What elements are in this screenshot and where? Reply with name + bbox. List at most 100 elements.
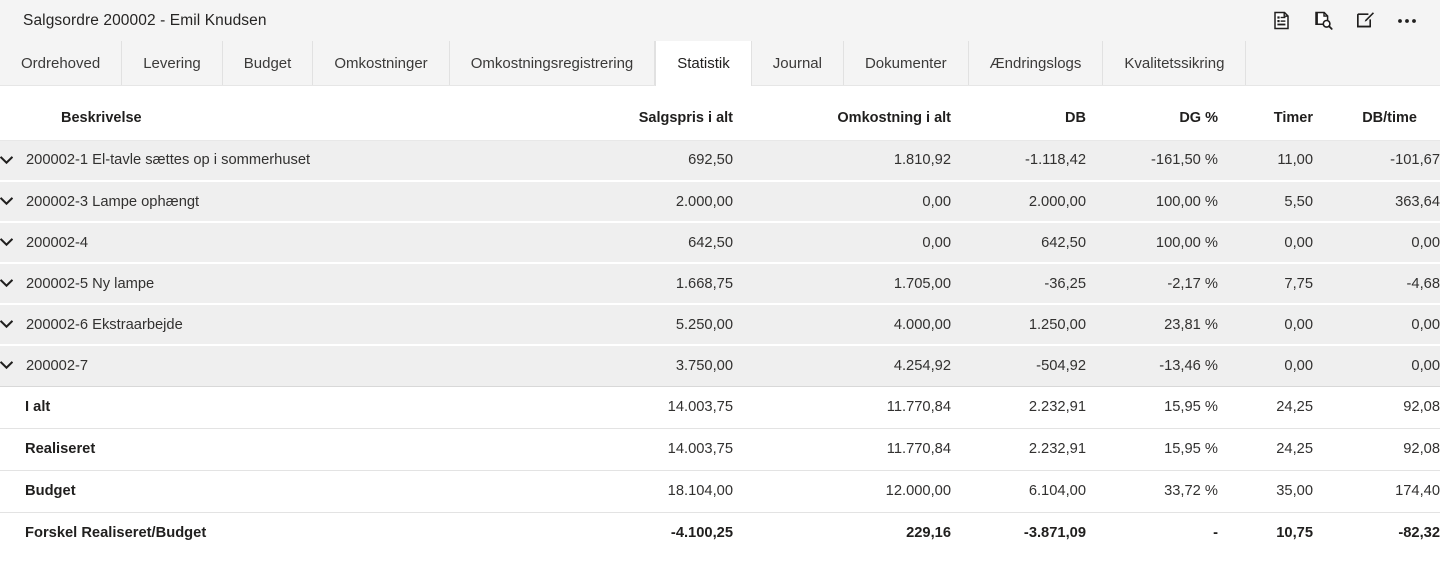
cell-timer: 11,00 bbox=[1218, 140, 1313, 181]
table-row[interactable]: 200002-3 Lampe ophængt 2.000,00 0,00 2.0… bbox=[0, 181, 1440, 222]
column-header-salgspris[interactable]: Salgspris i alt bbox=[555, 86, 733, 140]
row-description: 200002-1 El-tavle sættes op i sommerhuse… bbox=[26, 152, 310, 168]
table-row[interactable]: 200002-7 3.750,00 4.254,92 -504,92 -13,4… bbox=[0, 345, 1440, 386]
cell-db: -36,25 bbox=[951, 263, 1086, 304]
cell-salgspris: 5.250,00 bbox=[555, 304, 733, 345]
cell-db: -504,92 bbox=[951, 345, 1086, 386]
chevron-down-icon[interactable] bbox=[0, 361, 26, 370]
summary-omkostning: 12.000,00 bbox=[733, 470, 951, 512]
column-header-dbtime[interactable]: DB/time bbox=[1313, 86, 1440, 140]
cell-description: 200002-3 Lampe ophængt bbox=[0, 181, 555, 222]
tab-budget[interactable]: Budget bbox=[223, 41, 314, 85]
cell-dg: -161,50 % bbox=[1086, 140, 1218, 181]
summary-dg: 33,72 % bbox=[1086, 470, 1218, 512]
tab-omkostninger[interactable]: Omkostninger bbox=[313, 41, 449, 85]
chevron-down-icon[interactable] bbox=[0, 156, 26, 165]
cell-omkostning: 1.810,92 bbox=[733, 140, 951, 181]
cell-description: 200002-4 bbox=[0, 222, 555, 263]
chevron-down-icon[interactable] bbox=[0, 197, 26, 206]
cell-dbtime: -4,68 bbox=[1313, 263, 1440, 304]
summary-salgspris: 14.003,75 bbox=[555, 428, 733, 470]
cell-salgspris: 2.000,00 bbox=[555, 181, 733, 222]
column-header-omkostning[interactable]: Omkostning i alt bbox=[733, 86, 951, 140]
tab-omkostningsregistrering[interactable]: Omkostningsregistrering bbox=[450, 41, 656, 85]
summary-dbtime: 92,08 bbox=[1313, 428, 1440, 470]
cell-db: 1.250,00 bbox=[951, 304, 1086, 345]
chevron-down-icon[interactable] bbox=[0, 320, 26, 329]
statistics-panel: Beskrivelse Salgspris i alt Omkostning i… bbox=[0, 86, 1440, 554]
cell-db: 642,50 bbox=[951, 222, 1086, 263]
summary-dg: - bbox=[1086, 512, 1218, 554]
cell-dg: 23,81 % bbox=[1086, 304, 1218, 345]
summary-label: Budget bbox=[0, 470, 555, 512]
cell-salgspris: 1.668,75 bbox=[555, 263, 733, 304]
summary-db: -3.871,09 bbox=[951, 512, 1086, 554]
tab-ordrehoved[interactable]: Ordrehoved bbox=[0, 41, 122, 85]
column-header-beskrivelse[interactable]: Beskrivelse bbox=[0, 86, 555, 140]
cell-timer: 0,00 bbox=[1218, 345, 1313, 386]
row-description: 200002-4 bbox=[26, 235, 88, 251]
summary-timer: 24,25 bbox=[1218, 386, 1313, 428]
cell-dg: -2,17 % bbox=[1086, 263, 1218, 304]
document-note-icon[interactable] bbox=[1270, 10, 1292, 32]
cell-omkostning: 1.705,00 bbox=[733, 263, 951, 304]
table-row[interactable]: 200002-6 Ekstraarbejde 5.250,00 4.000,00… bbox=[0, 304, 1440, 345]
cell-dbtime: 0,00 bbox=[1313, 345, 1440, 386]
tab-kvalitetssikring[interactable]: Kvalitetssikring bbox=[1103, 41, 1246, 85]
summary-db: 6.104,00 bbox=[951, 470, 1086, 512]
row-description: 200002-7 bbox=[26, 358, 88, 374]
summary-row-realised: Realiseret 14.003,75 11.770,84 2.232,91 … bbox=[0, 428, 1440, 470]
chevron-down-icon[interactable] bbox=[0, 279, 26, 288]
tab-statistik[interactable]: Statistik bbox=[655, 41, 752, 86]
cell-dg: -13,46 % bbox=[1086, 345, 1218, 386]
chevron-down-icon[interactable] bbox=[0, 238, 26, 247]
titlebar-actions bbox=[1270, 10, 1426, 32]
table-body: 200002-1 El-tavle sættes op i sommerhuse… bbox=[0, 140, 1440, 554]
summary-row-difference: Forskel Realiseret/Budget -4.100,25 229,… bbox=[0, 512, 1440, 554]
summary-dbtime: 174,40 bbox=[1313, 470, 1440, 512]
cell-timer: 7,75 bbox=[1218, 263, 1313, 304]
edit-pencil-icon[interactable] bbox=[1354, 10, 1376, 32]
cell-description: 200002-7 bbox=[0, 345, 555, 386]
tab-journal[interactable]: Journal bbox=[752, 41, 844, 85]
summary-dbtime: -82,32 bbox=[1313, 512, 1440, 554]
summary-db: 2.232,91 bbox=[951, 428, 1086, 470]
cell-timer: 0,00 bbox=[1218, 304, 1313, 345]
cell-timer: 0,00 bbox=[1218, 222, 1313, 263]
summary-row-total: I alt 14.003,75 11.770,84 2.232,91 15,95… bbox=[0, 386, 1440, 428]
window-titlebar: Salgsordre 200002 - Emil Knudsen bbox=[0, 0, 1440, 41]
column-header-timer[interactable]: Timer bbox=[1218, 86, 1313, 140]
tab-aendringslogs[interactable]: Ændringslogs bbox=[969, 41, 1104, 85]
table-row[interactable]: 200002-1 El-tavle sættes op i sommerhuse… bbox=[0, 140, 1440, 181]
cell-omkostning: 4.000,00 bbox=[733, 304, 951, 345]
summary-timer: 24,25 bbox=[1218, 428, 1313, 470]
cell-dbtime: 0,00 bbox=[1313, 304, 1440, 345]
column-header-db[interactable]: DB bbox=[951, 86, 1086, 140]
cell-omkostning: 0,00 bbox=[733, 222, 951, 263]
summary-row-budget: Budget 18.104,00 12.000,00 6.104,00 33,7… bbox=[0, 470, 1440, 512]
summary-omkostning: 11.770,84 bbox=[733, 386, 951, 428]
cell-description: 200002-6 Ekstraarbejde bbox=[0, 304, 555, 345]
page-title: Salgsordre 200002 - Emil Knudsen bbox=[23, 12, 267, 30]
summary-salgspris: 14.003,75 bbox=[555, 386, 733, 428]
tab-levering[interactable]: Levering bbox=[122, 41, 223, 85]
tab-dokumenter[interactable]: Dokumenter bbox=[844, 41, 969, 85]
more-ellipsis-icon[interactable] bbox=[1396, 10, 1418, 32]
table-row[interactable]: 200002-5 Ny lampe 1.668,75 1.705,00 -36,… bbox=[0, 263, 1440, 304]
statistics-table: Beskrivelse Salgspris i alt Omkostning i… bbox=[0, 86, 1440, 554]
summary-omkostning: 229,16 bbox=[733, 512, 951, 554]
cell-dg: 100,00 % bbox=[1086, 181, 1218, 222]
table-row[interactable]: 200002-4 642,50 0,00 642,50 100,00 % 0,0… bbox=[0, 222, 1440, 263]
summary-label: Forskel Realiseret/Budget bbox=[0, 512, 555, 554]
summary-label: Realiseret bbox=[0, 428, 555, 470]
row-description: 200002-6 Ekstraarbejde bbox=[26, 317, 183, 333]
cell-description: 200002-5 Ny lampe bbox=[0, 263, 555, 304]
document-search-icon[interactable] bbox=[1312, 10, 1334, 32]
tab-strip-filler bbox=[1246, 41, 1440, 85]
summary-db: 2.232,91 bbox=[951, 386, 1086, 428]
column-header-dg[interactable]: DG % bbox=[1086, 86, 1218, 140]
cell-salgspris: 692,50 bbox=[555, 140, 733, 181]
summary-timer: 35,00 bbox=[1218, 470, 1313, 512]
cell-description: 200002-1 El-tavle sættes op i sommerhuse… bbox=[0, 140, 555, 181]
row-description: 200002-3 Lampe ophængt bbox=[26, 194, 199, 210]
